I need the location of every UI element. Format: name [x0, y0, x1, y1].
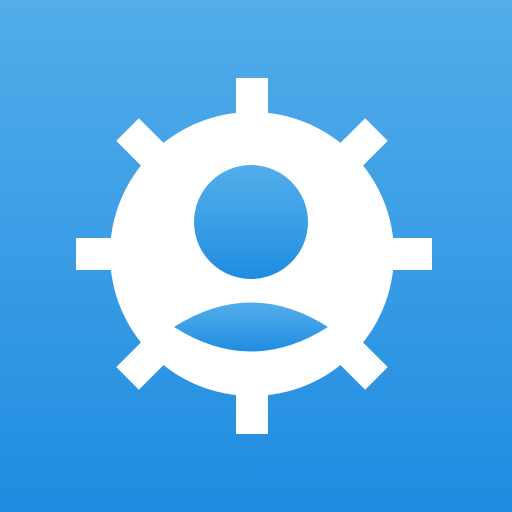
gear-user-icon [76, 78, 432, 434]
app-icon-background [0, 0, 512, 512]
user-head-icon [194, 165, 308, 279]
